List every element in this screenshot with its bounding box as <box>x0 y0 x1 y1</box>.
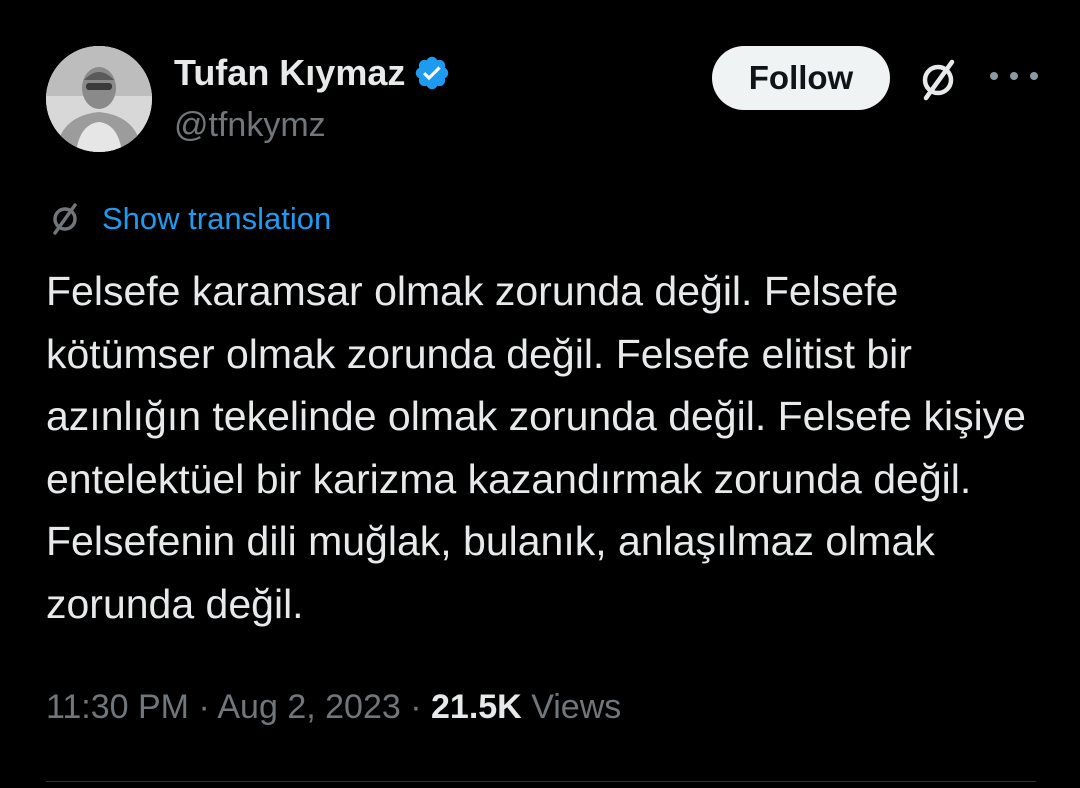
more-icon[interactable] <box>990 62 1038 90</box>
translate-icon <box>53 203 77 235</box>
avatar[interactable] <box>46 46 152 152</box>
follow-button[interactable]: Follow <box>712 46 890 110</box>
tweet-meta: 11:30 PM · Aug 2, 2023 · 21.5K Views <box>46 688 621 727</box>
divider <box>46 781 1036 782</box>
show-translation-link[interactable]: Show translation <box>46 200 331 238</box>
author-handle[interactable]: @tfnkymz <box>174 106 326 145</box>
meta-separator: · <box>410 688 422 726</box>
tweet-date[interactable]: Aug 2, 2023 <box>217 688 400 726</box>
author-name-row: Tufan Kıymaz <box>174 52 451 94</box>
avatar-image <box>46 46 152 152</box>
tweet-text: Felsefe karamsar olmak zorunda değil. Fe… <box>46 268 1026 627</box>
author-name[interactable]: Tufan Kıymaz <box>174 52 405 94</box>
show-translation-label[interactable]: Show translation <box>102 201 331 237</box>
meta-separator: · <box>198 688 210 726</box>
tweet-time[interactable]: 11:30 PM <box>46 688 189 726</box>
verified-badge-icon[interactable] <box>413 54 451 92</box>
more-dot <box>1030 72 1038 80</box>
more-dot <box>1010 72 1018 80</box>
grok-icon[interactable] <box>912 54 964 106</box>
views-label: Views <box>531 688 622 726</box>
views-count: 21.5K <box>431 688 522 726</box>
more-dot <box>990 72 998 80</box>
